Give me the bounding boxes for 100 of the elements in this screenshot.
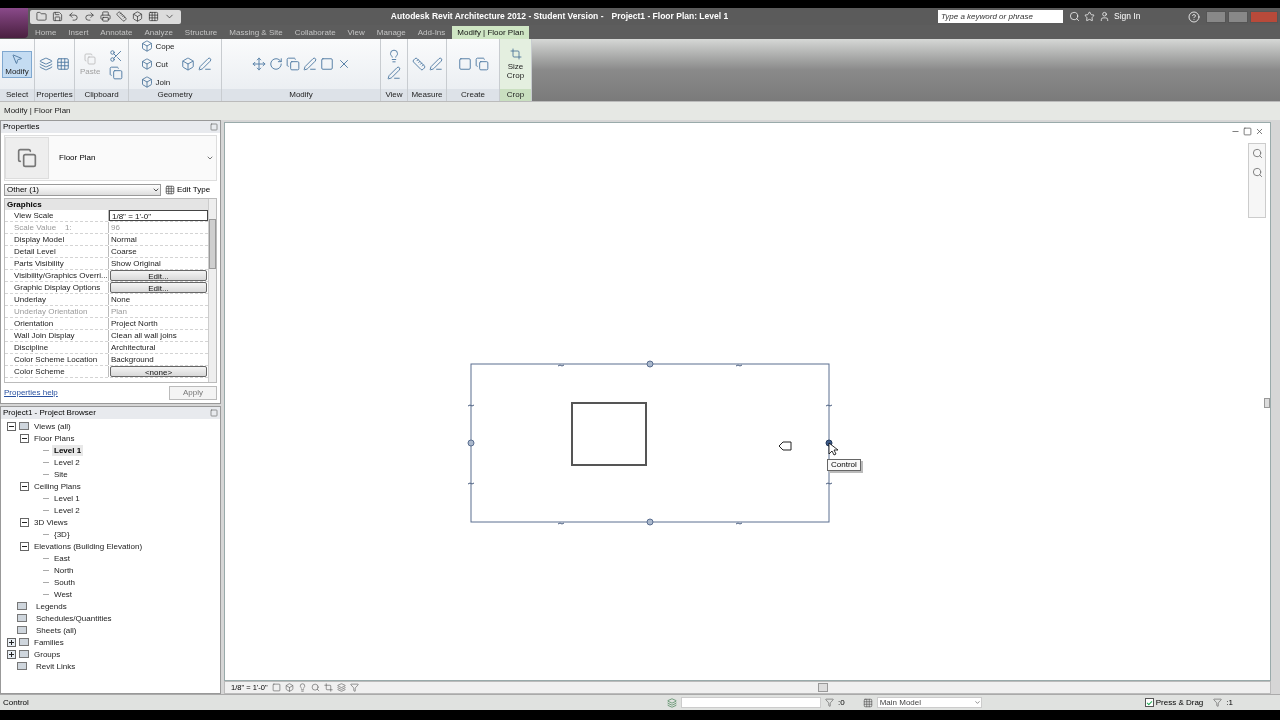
pen-icon[interactable] — [302, 57, 317, 71]
close-icon[interactable] — [210, 123, 218, 131]
grid-icon[interactable] — [148, 11, 159, 22]
tree-item[interactable]: Site — [52, 468, 70, 480]
square-icon[interactable] — [457, 57, 472, 71]
tree-item[interactable]: Level 2 — [52, 456, 82, 468]
view-control-icon[interactable] — [349, 683, 359, 692]
print-icon[interactable] — [100, 11, 111, 22]
scissors-icon[interactable] — [109, 48, 124, 63]
copy-icon[interactable] — [109, 65, 124, 80]
tree-item[interactable]: Ceiling Plans — [32, 480, 83, 492]
tree-item[interactable]: South — [52, 576, 77, 588]
undo-icon[interactable] — [68, 11, 79, 22]
apply-button[interactable]: Apply — [169, 386, 217, 400]
ribbon-tab[interactable]: Add-Ins — [412, 26, 451, 39]
ribbon-tab[interactable]: Modify | Floor Plan — [452, 26, 529, 39]
collapse-icon[interactable] — [20, 433, 29, 443]
break-mark-icon[interactable] — [825, 482, 833, 485]
workset-icon[interactable] — [667, 697, 677, 708]
drag-handle[interactable] — [467, 439, 475, 447]
property-button[interactable]: Edit... — [110, 270, 207, 281]
break-mark-icon[interactable] — [735, 364, 743, 367]
star-icon[interactable] — [1084, 11, 1095, 22]
ribbon-tab[interactable]: Massing & Site — [224, 26, 288, 39]
checkbox[interactable] — [1144, 698, 1154, 707]
tree-item[interactable]: East — [52, 552, 72, 564]
tree-item[interactable]: 3D Views — [32, 516, 70, 528]
filter-icon[interactable] — [1213, 698, 1223, 707]
restore-icon[interactable] — [1243, 127, 1252, 136]
tree-item[interactable]: Families — [32, 636, 66, 648]
ribbon-button[interactable]: Cut — [138, 56, 178, 72]
tree-item[interactable]: Legends — [34, 600, 69, 612]
help-icon[interactable] — [1188, 10, 1200, 23]
close-icon[interactable] — [210, 409, 218, 417]
ribbon-tab[interactable]: Collaborate — [289, 26, 341, 39]
ribbon-tab[interactable]: Insert — [63, 26, 94, 39]
elevation-marker-icon[interactable] — [778, 441, 792, 451]
ribbon-tab[interactable]: Home — [30, 26, 62, 39]
break-mark-icon[interactable] — [467, 404, 475, 407]
scrollbar[interactable] — [818, 683, 828, 692]
tree-item[interactable]: Elevations (Building Elevation) — [32, 540, 145, 552]
copy-icon[interactable] — [474, 57, 489, 71]
model-dropdown[interactable]: Main Model — [876, 697, 982, 708]
tree-item[interactable]: North — [52, 564, 76, 576]
checkbox-label[interactable]: Press & Drag — [1155, 696, 1204, 709]
save-icon[interactable] — [52, 11, 63, 22]
view-control-icon[interactable] — [336, 683, 346, 692]
grid-icon[interactable] — [56, 57, 70, 71]
ribbon-tab[interactable]: View — [342, 26, 370, 39]
ribbon-tab[interactable]: Analyze — [139, 26, 178, 39]
app-menu-button[interactable] — [0, 8, 28, 38]
instance-dropdown[interactable]: Other (1) — [4, 184, 161, 196]
view-control-icon[interactable] — [297, 683, 307, 692]
scrollbar[interactable] — [1264, 398, 1270, 408]
tree-item[interactable]: Groups — [32, 648, 63, 660]
measure-icon[interactable] — [116, 11, 127, 22]
view-control-icon[interactable] — [323, 683, 333, 692]
user-icon[interactable] — [1099, 11, 1110, 22]
expand-icon[interactable] — [7, 637, 16, 647]
collapse-icon[interactable] — [7, 421, 16, 431]
cube-icon[interactable] — [180, 57, 195, 71]
ribbon-tab[interactable]: Manage — [371, 26, 411, 39]
view-control-icon[interactable] — [284, 683, 294, 692]
property-button[interactable]: <none> — [110, 366, 207, 377]
property-field[interactable]: 1/8" = 1'-0" — [109, 210, 208, 221]
navigation-bar[interactable] — [1248, 143, 1266, 218]
rotate-icon[interactable] — [268, 57, 283, 71]
properties-help-link[interactable]: Properties help — [4, 387, 58, 399]
search-field[interactable]: Type a keyword or phrase — [938, 10, 1063, 23]
view-control-icon[interactable] — [310, 683, 320, 692]
open-icon[interactable] — [36, 11, 47, 22]
tree-item[interactable]: Views (all) — [32, 420, 73, 432]
lightbulb-icon[interactable] — [387, 48, 401, 63]
ribbon-button[interactable]: Size Crop — [502, 46, 529, 82]
break-mark-icon[interactable] — [825, 404, 833, 407]
layers-icon[interactable] — [39, 57, 53, 71]
ribbon-button[interactable]: Modify — [2, 50, 32, 78]
sign-in-button[interactable]: Sign In — [1114, 10, 1184, 23]
ribbon-button[interactable]: Cope — [138, 38, 178, 54]
close-icon[interactable] — [1255, 127, 1264, 136]
tree-item[interactable]: Level 1 — [52, 492, 82, 504]
table-icon[interactable] — [862, 697, 873, 708]
view-control-icon[interactable] — [271, 683, 281, 692]
cube-icon[interactable] — [132, 11, 143, 22]
collapse-icon[interactable] — [20, 517, 29, 527]
tree-item[interactable]: Sheets (all) — [34, 624, 79, 636]
tree-item[interactable]: Level 2 — [52, 504, 82, 516]
collapse-icon[interactable] — [20, 541, 29, 551]
collapse-icon[interactable] — [20, 481, 29, 491]
tree-item[interactable]: West — [52, 588, 75, 600]
ruler-icon[interactable] — [411, 57, 426, 71]
edit-type-button[interactable]: Edit Type — [165, 184, 211, 196]
square-icon[interactable] — [319, 57, 334, 71]
tree-item[interactable]: Level 1 — [52, 444, 84, 456]
ribbon-button[interactable]: Join — [138, 74, 178, 90]
break-mark-icon[interactable] — [467, 482, 475, 485]
drag-handle[interactable] — [646, 360, 654, 368]
tree-item[interactable]: Schedules/Quantities — [34, 612, 114, 624]
minimize-button[interactable] — [1206, 10, 1226, 23]
property-button[interactable]: Edit... — [110, 282, 207, 293]
